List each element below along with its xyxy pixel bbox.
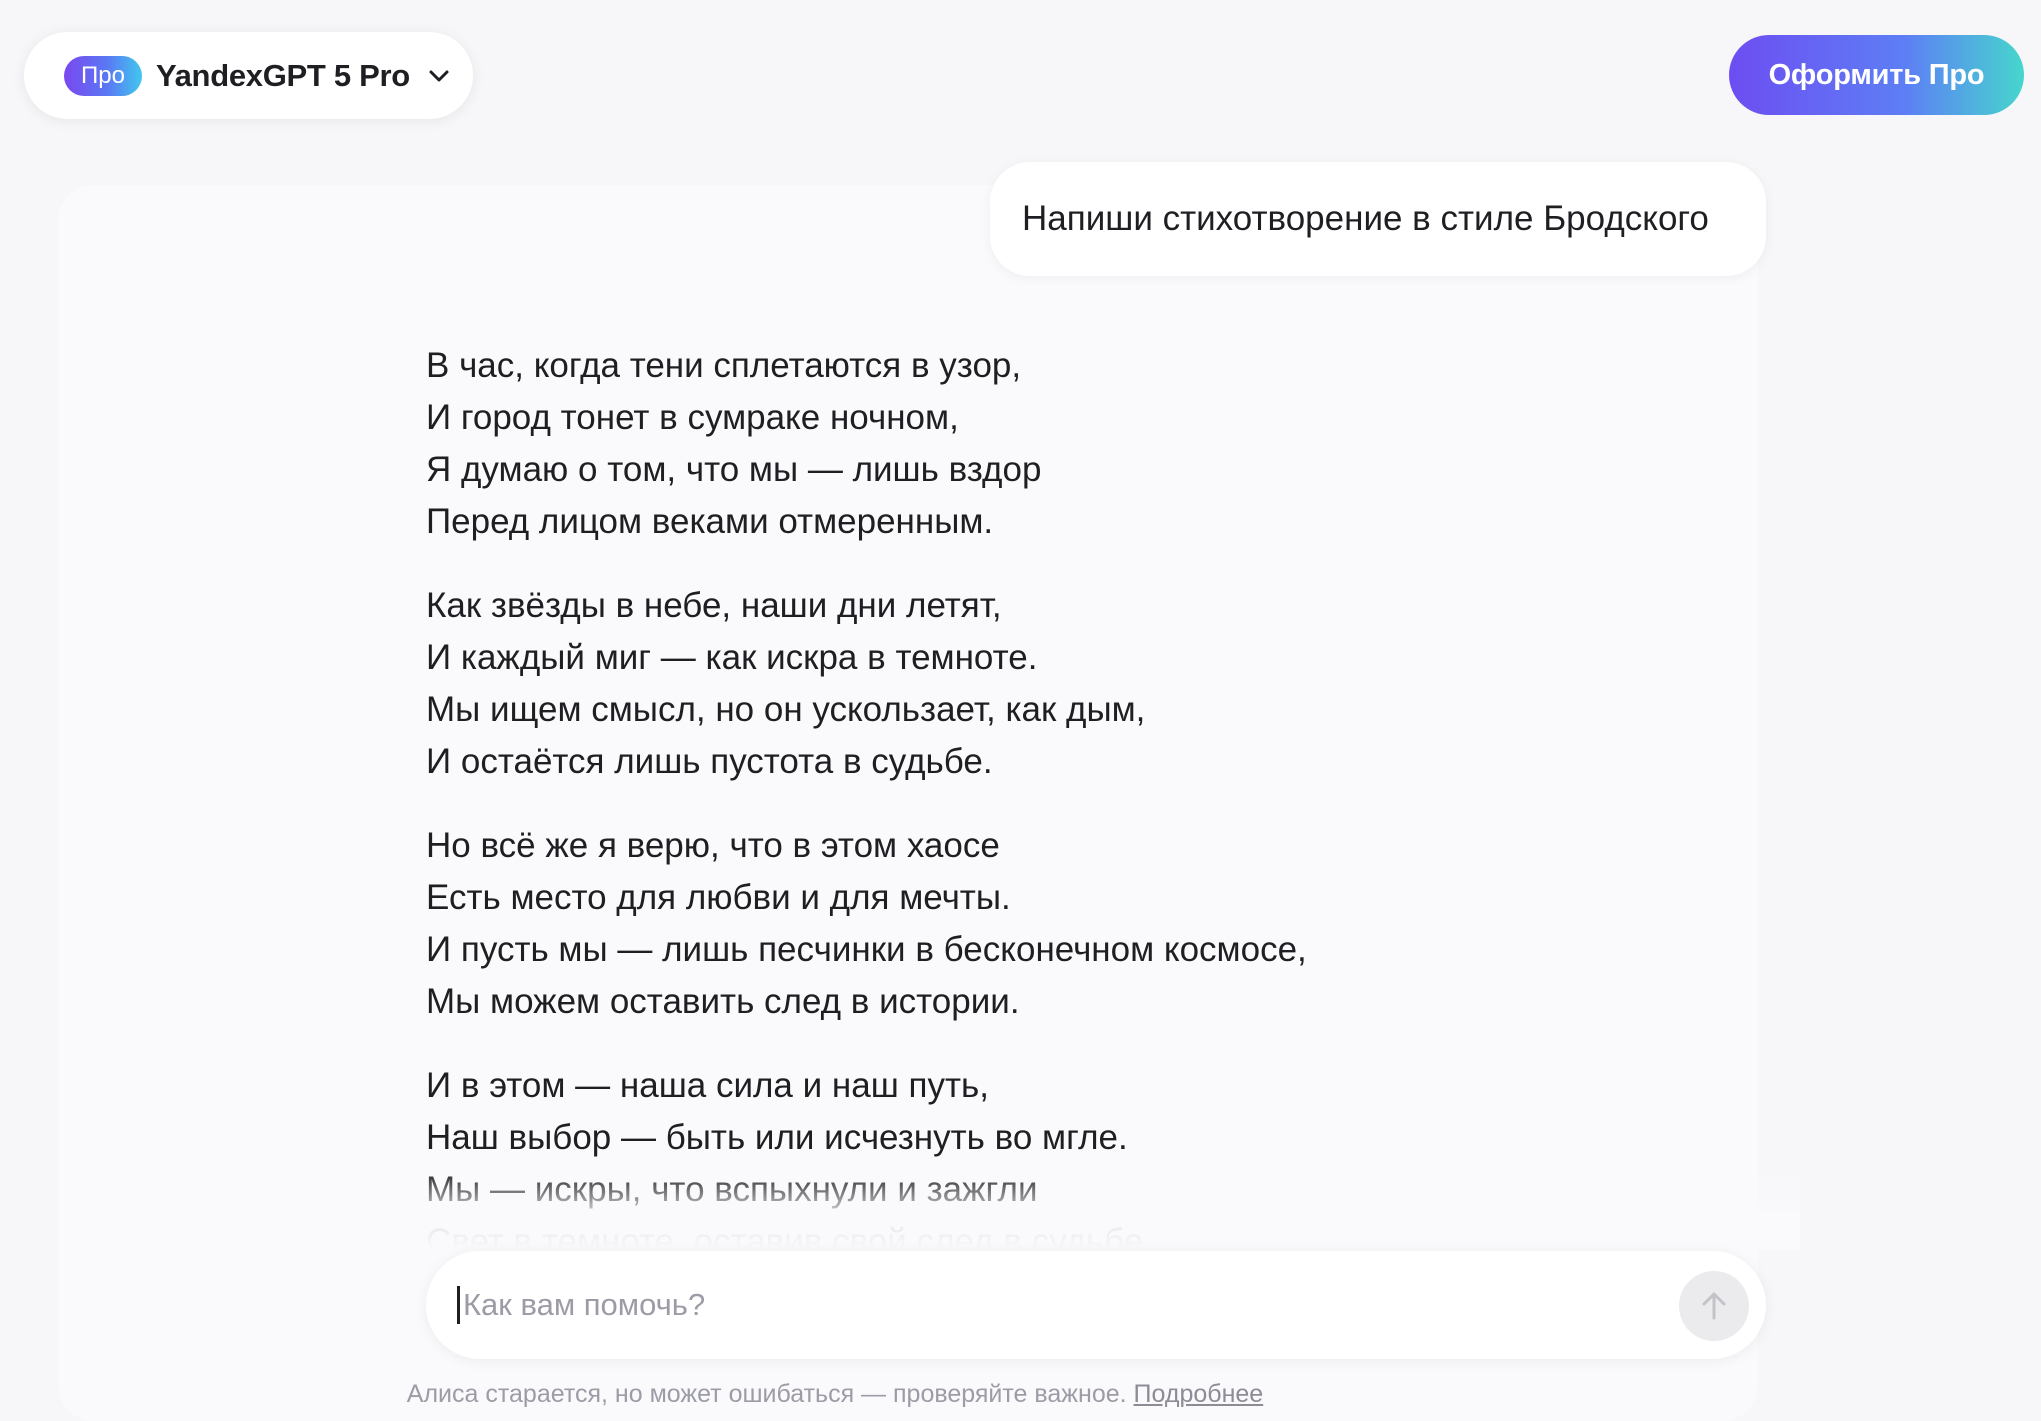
poem-line: Свет в темноте, оставив свой след в судь…: [426, 1222, 1153, 1250]
poem-line: И пусть мы — лишь песчинки в бесконечном…: [426, 930, 1307, 969]
learn-more-link[interactable]: Подробнее: [1134, 1380, 1264, 1408]
send-button[interactable]: [1679, 1271, 1749, 1341]
page: Про YandexGPT 5 Pro Оформить Про Напиши …: [0, 0, 2041, 1421]
poem-line: И остаётся лишь пустота в судьбе.: [426, 742, 993, 781]
model-name: YandexGPT 5 Pro: [155, 57, 410, 93]
poem-line: Я думаю о том, что мы — лишь вздор: [426, 450, 1042, 489]
poem-line: И в этом — наша сила и наш путь,: [426, 1066, 989, 1105]
chevron-down-icon: [429, 70, 449, 81]
disclaimer-text: Алиса старается, но может ошибаться — пр…: [406, 1380, 1127, 1408]
poem-line: И город тонет в сумраке ночном,: [426, 398, 959, 437]
assistant-message: В час, когда тени сплетаются в узор, И г…: [426, 340, 1766, 1250]
poem-line: И каждый миг — как искра в темноте.: [426, 638, 1038, 677]
disclaimer: Алиса старается, но может ошибаться — пр…: [0, 1380, 1670, 1409]
poem-stanza: Но всё же я верю, что в этом хаосе Есть …: [426, 820, 1766, 1028]
text-cursor: [457, 1286, 460, 1324]
model-selector[interactable]: Про YandexGPT 5 Pro: [24, 32, 473, 119]
poem-line: В час, когда тени сплетаются в узор,: [426, 346, 1022, 385]
poem-line: Мы — искры, что вспыхнули и зажгли: [426, 1170, 1038, 1209]
poem-line: Есть место для любви и для мечты.: [426, 878, 1011, 917]
poem-stanza: В час, когда тени сплетаются в узор, И г…: [426, 340, 1766, 548]
prompt-input[interactable]: [457, 1275, 1683, 1335]
arrow-up-icon: [1702, 1292, 1726, 1320]
poem-line: Но всё же я верю, что в этом хаосе: [426, 826, 1000, 865]
poem-line: Перед лицом веками отмеренным.: [426, 502, 994, 541]
user-message-text: Напиши стихотворение в стиле Бродского: [1022, 199, 1709, 238]
composer[interactable]: [426, 1251, 1766, 1359]
poem-line: Как звёзды в небе, наши дни летят,: [426, 586, 1002, 625]
pro-badge: Про: [64, 55, 142, 96]
poem-stanza: Как звёзды в небе, наши дни летят, И каж…: [426, 580, 1766, 788]
poem-line: Наш выбор — быть или исчезнуть во мгле.: [426, 1118, 1128, 1157]
poem-stanza: И в этом — наша сила и наш путь, Наш выб…: [426, 1060, 1766, 1250]
poem-line: Мы ищем смысл, но он ускользает, как дым…: [426, 690, 1146, 729]
upgrade-pro-button[interactable]: Оформить Про: [1729, 35, 2024, 115]
user-message: Напиши стихотворение в стиле Бродского: [990, 162, 1766, 276]
poem-line: Мы можем оставить след в истории.: [426, 982, 1020, 1021]
